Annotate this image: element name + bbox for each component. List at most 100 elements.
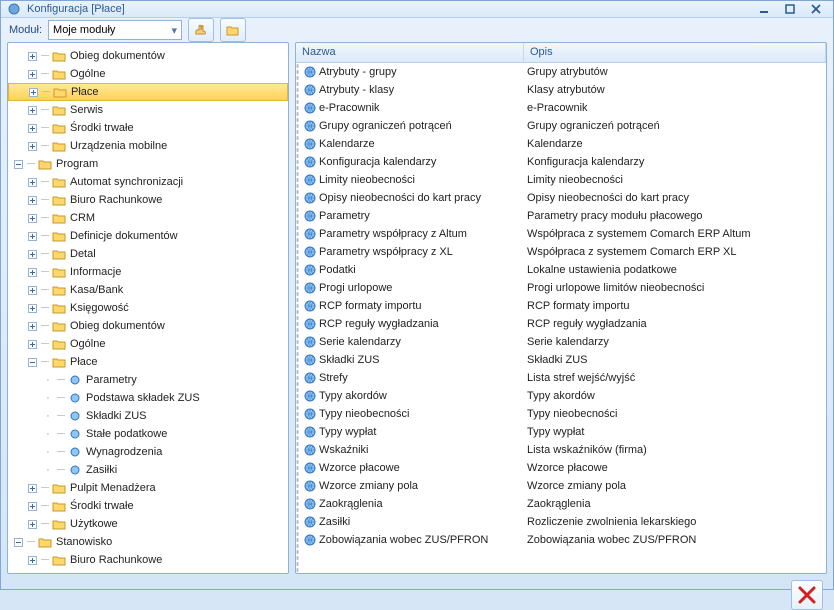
expand-icon[interactable] xyxy=(26,502,38,511)
expand-icon[interactable] xyxy=(26,142,38,151)
grid-row[interactable]: KalendarzeKalendarze xyxy=(299,135,826,153)
expand-icon[interactable] xyxy=(26,52,38,61)
tree-folder[interactable]: ─Pulpit Menadżera xyxy=(8,479,288,497)
expand-icon[interactable] xyxy=(26,484,38,493)
tree-leaf[interactable]: ·─Stałe podatkowe xyxy=(8,425,288,443)
row-name: Typy nieobecności xyxy=(317,408,527,420)
grid-row[interactable]: RCP formaty importuRCP formaty importu xyxy=(299,297,826,315)
tree-folder[interactable]: ─Program xyxy=(8,155,288,173)
grid-row[interactable]: Typy nieobecnościTypy nieobecności xyxy=(299,405,826,423)
grid-row[interactable]: RCP reguły wygładzaniaRCP reguły wygładz… xyxy=(299,315,826,333)
expand-icon[interactable] xyxy=(27,88,39,97)
tree-folder[interactable]: ─Detal xyxy=(8,245,288,263)
tree-leaf[interactable]: ·─Parametry xyxy=(8,371,288,389)
grid-row[interactable]: Składki ZUSSkładki ZUS xyxy=(299,351,826,369)
minimize-button[interactable] xyxy=(753,1,775,17)
grid-row[interactable]: Serie kalendarzySerie kalendarzy xyxy=(299,333,826,351)
toolbar-button-1[interactable] xyxy=(188,18,214,42)
expand-icon[interactable] xyxy=(26,340,38,349)
toolbar-button-2[interactable] xyxy=(220,18,246,42)
close-dialog-button[interactable] xyxy=(791,580,823,610)
tree-folder[interactable]: ─Informacje xyxy=(8,263,288,281)
expand-icon[interactable] xyxy=(26,178,38,187)
tree-folder[interactable]: ─CRM xyxy=(8,209,288,227)
module-combo[interactable]: Moje moduły ▾ xyxy=(48,20,182,40)
tree-folder[interactable]: ─Serwis xyxy=(8,101,288,119)
grid-row[interactable]: Zobowiązania wobec ZUS/PFRONZobowiązania… xyxy=(299,531,826,549)
expand-icon[interactable] xyxy=(26,268,38,277)
column-header-desc[interactable]: Opis xyxy=(524,43,826,62)
tree-label: Definicje dokumentów xyxy=(67,230,178,242)
expand-icon[interactable] xyxy=(26,232,38,241)
expand-icon[interactable] xyxy=(26,304,38,313)
tree-folder[interactable]: ─Automat synchronizacji xyxy=(8,173,288,191)
tree-panel[interactable]: ─Obieg dokumentów─Ogólne─Płace─Serwis─Śr… xyxy=(7,42,289,574)
tree-folder[interactable]: ─Płace xyxy=(8,83,288,101)
maximize-button[interactable] xyxy=(779,1,801,17)
grid-row[interactable]: Wzorce zmiany polaWzorce zmiany pola xyxy=(299,477,826,495)
expand-icon[interactable] xyxy=(26,196,38,205)
folder-icon xyxy=(51,212,67,224)
grid-row[interactable]: Wzorce płacoweWzorce płacowe xyxy=(299,459,826,477)
grid-row[interactable]: PodatkiLokalne ustawienia podatkowe xyxy=(299,261,826,279)
tree-folder[interactable]: ─Biuro Rachunkowe xyxy=(8,191,288,209)
tree-leaf[interactable]: ·─Zasiłki xyxy=(8,461,288,479)
tree-folder[interactable]: ─Urządzenia mobilne xyxy=(8,137,288,155)
tree-folder[interactable]: ─Stanowisko xyxy=(8,533,288,551)
expand-icon[interactable] xyxy=(26,214,38,223)
tree-folder[interactable]: ─Obieg dokumentów xyxy=(8,47,288,65)
row-desc: Typy akordów xyxy=(527,390,822,402)
tree-line: ─ xyxy=(55,464,67,476)
grid-row[interactable]: Limity nieobecnościLimity nieobecności xyxy=(299,171,826,189)
grid-body[interactable]: Atrybuty - grupyGrupy atrybutówAtrybuty … xyxy=(299,63,826,573)
close-button[interactable] xyxy=(805,1,827,17)
tree-folder[interactable]: ─Kasa/Bank xyxy=(8,281,288,299)
grid-row[interactable]: Typy akordówTypy akordów xyxy=(299,387,826,405)
tree-folder[interactable]: ─Obieg dokumentów xyxy=(8,317,288,335)
grid-row[interactable]: Atrybuty - grupyGrupy atrybutów xyxy=(299,63,826,81)
tree-folder[interactable]: ─Ogólne xyxy=(8,65,288,83)
tree-folder[interactable]: ─Środki trwałe xyxy=(8,119,288,137)
grid-row[interactable]: Konfiguracja kalendarzyKonfiguracja kale… xyxy=(299,153,826,171)
tree-folder[interactable]: ─Użytkowe xyxy=(8,515,288,533)
grid-row[interactable]: ZaokrągleniaZaokrąglenia xyxy=(299,495,826,513)
expand-icon[interactable] xyxy=(26,556,38,565)
grid-row[interactable]: WskaźnikiLista wskaźników (firma) xyxy=(299,441,826,459)
row-desc: Wzorce płacowe xyxy=(527,462,822,474)
column-header-name[interactable]: Nazwa xyxy=(296,43,524,62)
tree-leaf[interactable]: ·─Wynagrodzenia xyxy=(8,443,288,461)
config-tree[interactable]: ─Obieg dokumentów─Ogólne─Płace─Serwis─Śr… xyxy=(8,47,288,569)
grid-row[interactable]: Typy wypłatTypy wypłat xyxy=(299,423,826,441)
grid-row[interactable]: Parametry współpracy z AltumWspółpraca z… xyxy=(299,225,826,243)
collapse-icon[interactable] xyxy=(12,538,24,547)
tree-folder[interactable]: ─Biuro Rachunkowe xyxy=(8,551,288,569)
tree-leaf[interactable]: ·─Podstawa składek ZUS xyxy=(8,389,288,407)
grid-row[interactable]: Grupy ograniczeń potrąceńGrupy ogranicze… xyxy=(299,117,826,135)
grid-row[interactable]: Parametry współpracy z XLWspółpraca z sy… xyxy=(299,243,826,261)
grid-row[interactable]: ZasiłkiRozliczenie zwolnienia lekarskieg… xyxy=(299,513,826,531)
expand-icon[interactable] xyxy=(26,322,38,331)
expand-icon[interactable] xyxy=(26,286,38,295)
expand-icon[interactable] xyxy=(26,250,38,259)
grid-row[interactable]: ParametryParametry pracy modułu płacoweg… xyxy=(299,207,826,225)
collapse-icon[interactable] xyxy=(26,358,38,367)
grid-row[interactable]: Opisy nieobecności do kart pracyOpisy ni… xyxy=(299,189,826,207)
tree-folder[interactable]: ─Definicje dokumentów xyxy=(8,227,288,245)
tree-folder[interactable]: ─Ogólne xyxy=(8,335,288,353)
grid-row[interactable]: Atrybuty - klasyKlasy atrybutów xyxy=(299,81,826,99)
grid-row[interactable]: e-Pracownike-Pracownik xyxy=(299,99,826,117)
expand-icon[interactable] xyxy=(26,124,38,133)
grid-row[interactable]: Progi urlopoweProgi urlopowe limitów nie… xyxy=(299,279,826,297)
item-icon xyxy=(67,410,83,422)
tree-folder[interactable]: ─Płace xyxy=(8,353,288,371)
tree-leaf[interactable]: ·─Składki ZUS xyxy=(8,407,288,425)
tree-folder[interactable]: ─Środki trwałe xyxy=(8,497,288,515)
expand-icon[interactable] xyxy=(26,106,38,115)
collapse-icon[interactable] xyxy=(12,160,24,169)
expand-icon[interactable] xyxy=(26,70,38,79)
grid-row[interactable]: StrefyLista stref wejść/wyjść xyxy=(299,369,826,387)
expand-icon[interactable] xyxy=(26,520,38,529)
tree-folder[interactable]: ─Księgowość xyxy=(8,299,288,317)
titlebar[interactable]: Konfiguracja [Płace] xyxy=(1,1,833,18)
tree-label: CRM xyxy=(67,212,95,224)
